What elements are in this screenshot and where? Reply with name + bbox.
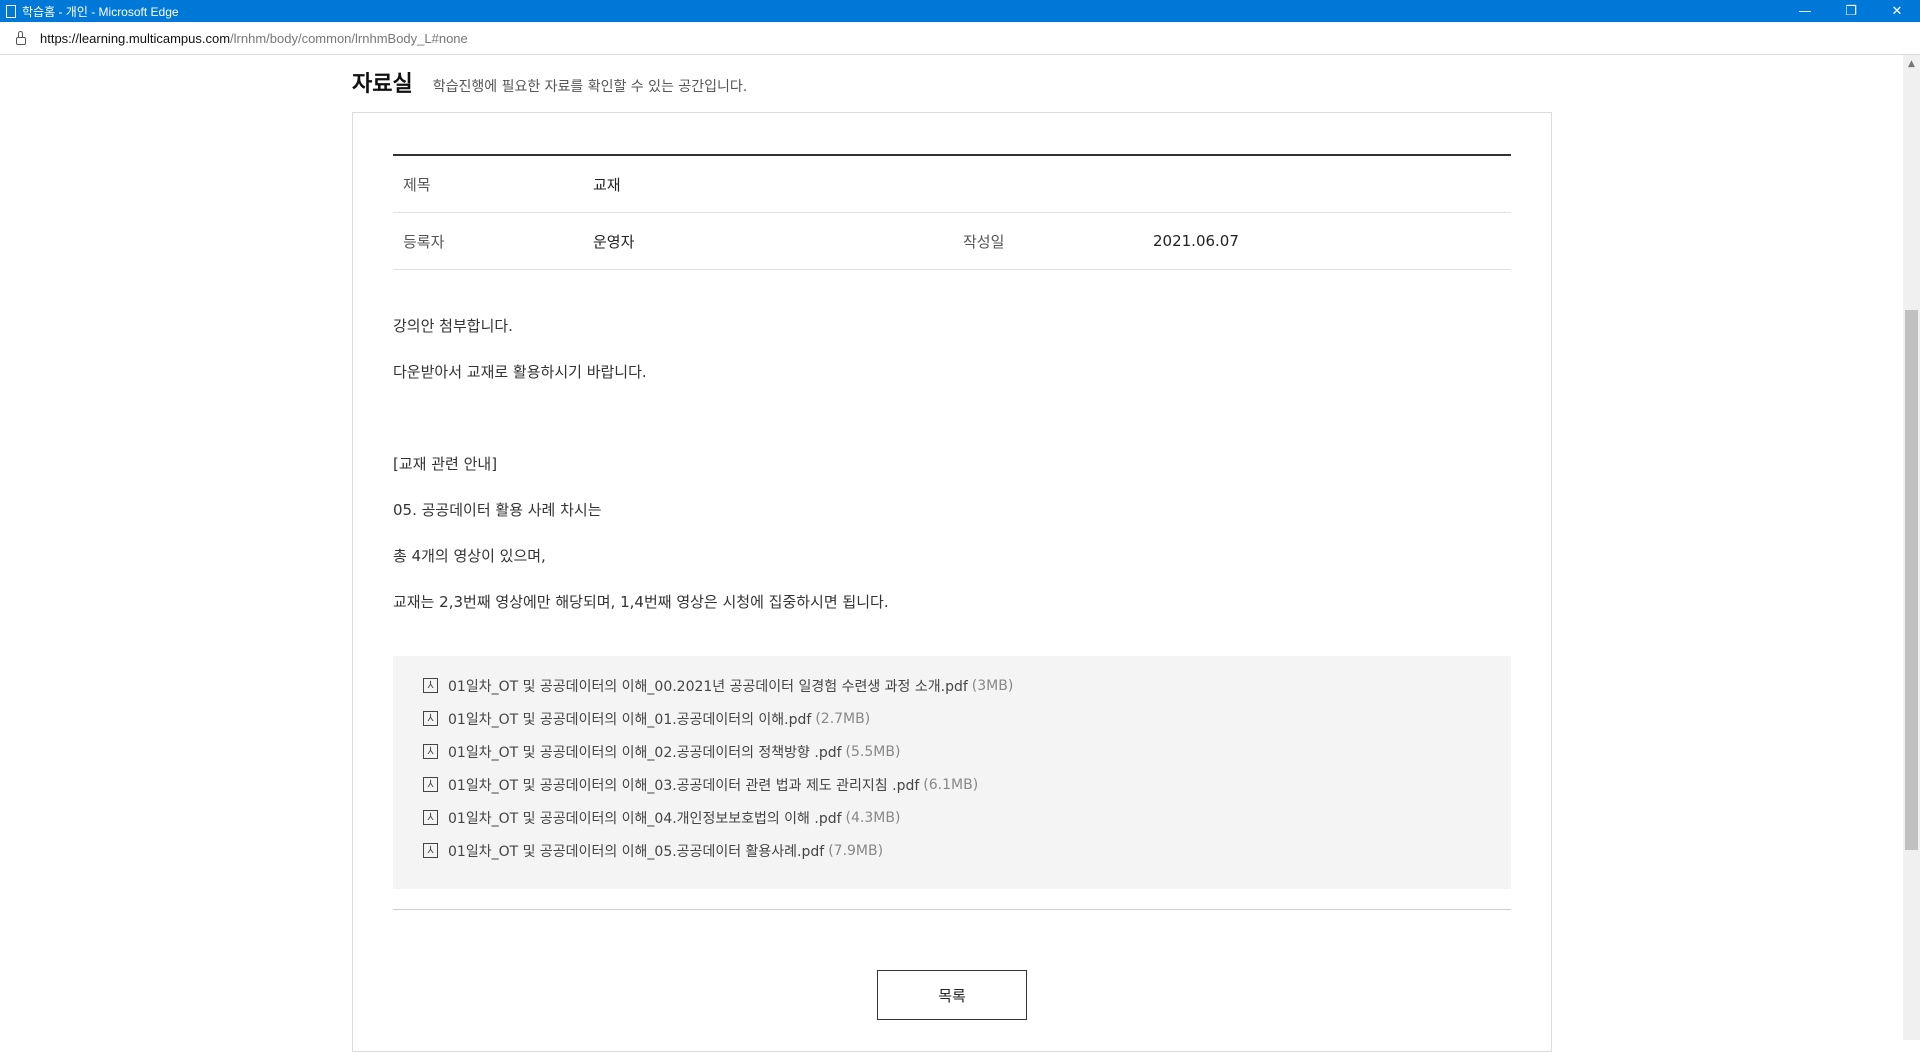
attachment-name[interactable]: 01일차_OT 및 공공데이터의 이해_01.공공데이터의 이해.pdf [448, 709, 811, 729]
author-value: 운영자 [593, 232, 635, 251]
url-field[interactable]: https://learning.multicampus.com/lrnhm/b… [40, 31, 468, 46]
attachment-name[interactable]: 01일차_OT 및 공공데이터의 이해_02.공공데이터의 정책방향 .pdf [448, 742, 842, 762]
post-panel: 제목 교재 등록자 운영자 작성일 2021.06.07 강의안 첨부합니다. … [352, 112, 1552, 1052]
pdf-icon: ⅄ [423, 843, 438, 858]
window-title: 학습홈 - 개인 - Microsoft Edge [22, 4, 179, 19]
subject-label: 제목 [403, 175, 431, 194]
page-scrollbar[interactable]: ▲ [1903, 55, 1920, 1040]
attachment-item[interactable]: ⅄ 01일차_OT 및 공공데이터의 이해_03.공공데이터 관련 법과 제도 … [423, 768, 1481, 801]
pdf-icon: ⅄ [423, 711, 438, 726]
page-title: 자료실 [352, 72, 413, 97]
subject-value: 교재 [593, 175, 621, 194]
minimize-button[interactable]: — [1782, 0, 1828, 22]
body-line: 교재는 2,3번째 영상에만 해당되며, 1,4번째 영상은 시청에 집중하시면… [393, 593, 889, 611]
attachment-size: (2.7MB) [815, 710, 871, 727]
page-icon [6, 4, 16, 18]
author-row: 등록자 운영자 작성일 2021.06.07 [393, 213, 1511, 270]
page-heading: 자료실 학습진행에 필요한 자료를 확인할 수 있는 공간입니다. [352, 66, 747, 98]
post-info-table: 제목 교재 등록자 운영자 작성일 2021.06.07 [393, 154, 1511, 270]
attachment-item[interactable]: ⅄ 01일차_OT 및 공공데이터의 이해_00.2021년 공공데이터 일경험… [423, 669, 1481, 702]
lock-icon[interactable] [16, 31, 26, 45]
pdf-icon: ⅄ [423, 777, 438, 792]
scroll-up-arrow-icon[interactable]: ▲ [1903, 55, 1920, 72]
attachment-size: (5.5MB) [845, 743, 901, 760]
window-controls: — ❐ ✕ [1782, 0, 1920, 22]
content-divider [393, 909, 1511, 910]
url-path: /lrnhm/body/common/lrnhmBody_L#none [230, 30, 468, 46]
body-line [393, 395, 889, 441]
restore-button[interactable]: ❐ [1828, 0, 1874, 22]
url-host: https://learning.multicampus.com [40, 30, 231, 46]
date-value: 2021.06.07 [1153, 232, 1239, 250]
body-line: [교재 관련 안내] [393, 455, 498, 473]
pdf-icon: ⅄ [423, 744, 438, 759]
body-line: 총 4개의 영상이 있으며, [393, 547, 546, 565]
attachment-item[interactable]: ⅄ 01일차_OT 및 공공데이터의 이해_04.개인정보보호법의 이해 .pd… [423, 801, 1481, 834]
window-titlebar: 학습홈 - 개인 - Microsoft Edge — ❐ ✕ [0, 0, 1920, 22]
attachment-name[interactable]: 01일차_OT 및 공공데이터의 이해_00.2021년 공공데이터 일경험 수… [448, 676, 968, 696]
post-body: 강의안 첨부합니다. 다운받아서 교재로 활용하시기 바랍니다. [교재 관련 … [393, 303, 889, 625]
date-label: 작성일 [963, 232, 1005, 251]
attachment-item[interactable]: ⅄ 01일차_OT 및 공공데이터의 이해_01.공공데이터의 이해.pdf (… [423, 702, 1481, 735]
pdf-icon: ⅄ [423, 810, 438, 825]
body-line: 05. 공공데이터 활용 사례 차시는 [393, 501, 602, 519]
body-line: 강의안 첨부합니다. [393, 317, 513, 335]
attachment-name[interactable]: 01일차_OT 및 공공데이터의 이해_04.개인정보보호법의 이해 .pdf [448, 808, 842, 828]
list-button[interactable]: 목록 [877, 970, 1027, 1020]
scroll-thumb[interactable] [1905, 310, 1918, 850]
close-button[interactable]: ✕ [1874, 0, 1920, 22]
address-bar: https://learning.multicampus.com/lrnhm/b… [0, 22, 1920, 55]
attachment-size: (4.3MB) [845, 809, 901, 826]
attachment-size: (7.9MB) [828, 842, 884, 859]
author-label: 등록자 [403, 232, 445, 251]
attachment-size: (6.1MB) [923, 776, 979, 793]
subject-row: 제목 교재 [393, 156, 1511, 213]
attachment-item[interactable]: ⅄ 01일차_OT 및 공공데이터의 이해_05.공공데이터 활용사례.pdf … [423, 834, 1481, 867]
body-line: 다운받아서 교재로 활용하시기 바랍니다. [393, 363, 647, 381]
attachment-name[interactable]: 01일차_OT 및 공공데이터의 이해_03.공공데이터 관련 법과 제도 관리… [448, 775, 919, 795]
page-subtitle: 학습진행에 필요한 자료를 확인할 수 있는 공간입니다. [432, 79, 748, 95]
attachment-size: (3MB) [971, 677, 1014, 694]
attachment-item[interactable]: ⅄ 01일차_OT 및 공공데이터의 이해_02.공공데이터의 정책방향 .pd… [423, 735, 1481, 768]
attachment-name[interactable]: 01일차_OT 및 공공데이터의 이해_05.공공데이터 활용사례.pdf [448, 841, 824, 861]
pdf-icon: ⅄ [423, 678, 438, 693]
attachment-list: ⅄ 01일차_OT 및 공공데이터의 이해_00.2021년 공공데이터 일경험… [393, 656, 1511, 889]
